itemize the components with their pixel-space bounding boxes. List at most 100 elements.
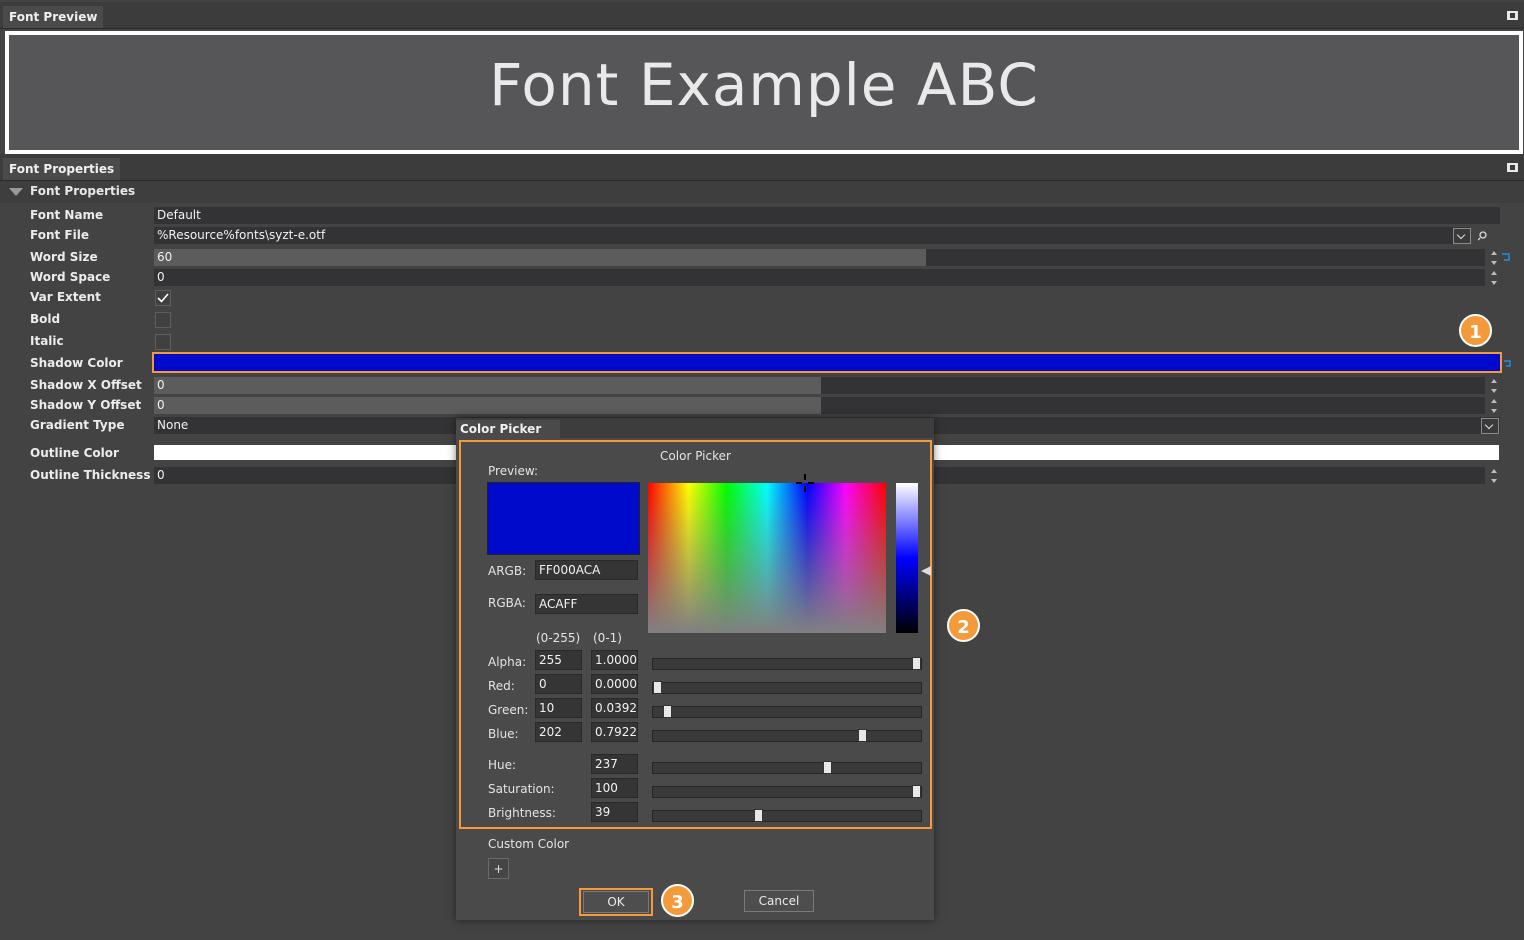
blue-slider[interactable] — [652, 729, 922, 742]
brightness-slider[interactable] — [652, 809, 922, 822]
brightness-bar[interactable] — [896, 483, 918, 633]
font-name-label: Font Name — [30, 208, 104, 222]
word-size-slider[interactable]: 60 — [154, 249, 1485, 266]
red-01-input[interactable]: 0.0000 — [591, 674, 638, 694]
brightness-label: Brightness: — [488, 806, 556, 820]
font-name-field[interactable]: Default — [154, 207, 1500, 224]
preview-tabbar: Font Preview — [0, 2, 1524, 29]
slider-thumb[interactable] — [912, 657, 921, 670]
gradient-type-value: None — [157, 418, 189, 432]
word-space-label: Word Space — [30, 270, 111, 284]
green-01-input[interactable]: 0.0392 — [591, 698, 638, 718]
pin-icon[interactable] — [1507, 163, 1518, 172]
font-preview-box: Font Example ABC — [5, 31, 1523, 154]
word-size-value: 60 — [157, 250, 173, 264]
font-file-value: %Resource%fonts\syzt-e.otf — [157, 228, 326, 242]
browse-icon[interactable] — [1478, 230, 1490, 242]
reset-icon[interactable] — [1503, 359, 1512, 368]
properties-tab[interactable]: Font Properties — [3, 158, 121, 180]
add-custom-color-button[interactable]: + — [488, 858, 509, 879]
outline-thickness-label: Outline Thickness — [30, 468, 151, 482]
cancel-button[interactable]: Cancel — [744, 890, 814, 912]
preview-label: Preview: — [488, 464, 539, 478]
gradient-type-label: Gradient Type — [30, 418, 125, 432]
slider-thumb[interactable] — [754, 809, 763, 822]
brightness-input[interactable]: 39 — [591, 802, 638, 822]
checkmark-icon — [157, 293, 169, 303]
word-space-value: 0 — [157, 270, 165, 284]
shadow-x-offset-fill — [154, 377, 821, 394]
shadow-color-label: Shadow Color — [30, 356, 123, 370]
var-extent-label: Var Extent — [30, 290, 101, 304]
hue-input[interactable]: 237 — [591, 754, 638, 774]
rgba-input[interactable]: ACAFF — [535, 594, 638, 614]
slider-thumb[interactable] — [912, 785, 921, 798]
var-extent-checkbox[interactable] — [155, 290, 171, 306]
shadow-x-offset-value: 0 — [157, 378, 165, 392]
font-file-field[interactable]: %Resource%fonts\syzt-e.otf — [154, 227, 1470, 244]
preview-tab[interactable]: Font Preview — [3, 6, 104, 28]
hue-saturation-spectrum[interactable] — [648, 483, 886, 633]
saturation-label: Saturation: — [488, 782, 555, 796]
alpha-255-input[interactable]: 255 — [535, 650, 582, 670]
ok-button[interactable]: OK — [583, 891, 649, 913]
argb-label: ARGB: — [488, 564, 527, 578]
red-255-input[interactable]: 0 — [535, 674, 582, 694]
blue-01-input[interactable]: 0.7922 — [591, 722, 638, 742]
shadow-y-spin-icon[interactable] — [1490, 399, 1498, 413]
reset-icon[interactable] — [1501, 252, 1511, 262]
color-picker-frame: Color Picker Preview: ARGB: FF000ACA RGB… — [459, 440, 932, 829]
italic-checkbox[interactable] — [155, 334, 171, 350]
green-label: Green: — [488, 703, 529, 717]
slider-thumb[interactable] — [653, 681, 662, 694]
dialog-title[interactable]: Color Picker — [456, 420, 560, 438]
custom-color-label: Custom Color — [488, 837, 570, 851]
shadow-y-offset-fill — [154, 397, 821, 414]
shadow-x-offset-label: Shadow X Offset — [30, 378, 142, 392]
outline-thickness-value: 0 — [157, 468, 165, 482]
shadow-x-offset-slider[interactable]: 0 — [154, 377, 1485, 394]
rgba-label: RGBA: — [488, 596, 526, 610]
argb-input[interactable]: FF000ACA — [535, 560, 638, 580]
range-01-label: (0-1) — [593, 631, 622, 645]
dialog-tabbar: Color Picker — [456, 418, 934, 438]
collapse-triangle-icon[interactable] — [9, 188, 23, 196]
alpha-label: Alpha: — [488, 655, 527, 669]
alpha-01-input[interactable]: 1.0000 — [591, 650, 638, 670]
blue-255-input[interactable]: 202 — [535, 722, 582, 742]
hue-label: Hue: — [488, 758, 517, 772]
saturation-input[interactable]: 100 — [591, 778, 638, 798]
color-picker-dialog: Color Picker Color Picker Preview: ARGB:… — [456, 418, 934, 920]
slider-thumb[interactable] — [663, 705, 672, 718]
bold-checkbox[interactable] — [155, 312, 171, 328]
saturation-slider[interactable] — [652, 785, 922, 798]
alpha-slider[interactable] — [652, 657, 922, 670]
brightness-marker-icon[interactable] — [920, 565, 932, 577]
word-size-spin-icon[interactable] — [1490, 251, 1498, 265]
outline-thickness-spin-icon[interactable] — [1490, 469, 1498, 483]
green-slider[interactable] — [652, 705, 922, 718]
shadow-color-swatch[interactable] — [152, 352, 1502, 373]
properties-section-header[interactable]: Font Properties — [0, 181, 1524, 203]
font-file-label: Font File — [30, 228, 89, 242]
crosshair-icon[interactable] — [795, 473, 815, 493]
word-space-spin-icon[interactable] — [1490, 271, 1498, 285]
pin-icon[interactable] — [1507, 11, 1518, 20]
shadow-x-spin-icon[interactable] — [1490, 379, 1498, 393]
word-space-field[interactable]: 0 — [154, 269, 1485, 286]
word-size-label: Word Size — [30, 250, 98, 264]
font-file-dropdown-icon[interactable] — [1453, 228, 1471, 244]
green-255-input[interactable]: 10 — [535, 698, 582, 718]
italic-label: Italic — [30, 334, 64, 348]
slider-thumb[interactable] — [858, 729, 867, 742]
word-size-fill — [154, 249, 926, 266]
outline-color-label: Outline Color — [30, 446, 119, 460]
blue-label: Blue: — [488, 727, 519, 741]
shadow-y-offset-value: 0 — [157, 398, 165, 412]
gradient-type-dropdown-icon[interactable] — [1481, 418, 1499, 434]
red-slider[interactable] — [652, 681, 922, 694]
bold-label: Bold — [30, 312, 61, 326]
hue-slider[interactable] — [652, 761, 922, 774]
shadow-y-offset-slider[interactable]: 0 — [154, 397, 1485, 414]
slider-thumb[interactable] — [823, 761, 832, 774]
